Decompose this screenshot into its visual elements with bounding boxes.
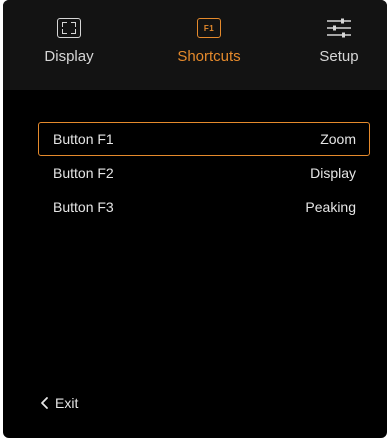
tab-shortcuts-label: Shortcuts <box>177 48 241 65</box>
exit-button[interactable]: Exit <box>39 393 78 413</box>
shortcut-button-label: Button F3 <box>53 199 114 215</box>
shortcut-row-f1[interactable]: Button F1 Zoom <box>38 122 370 156</box>
tab-display-label: Display <box>44 48 94 65</box>
tab-shortcuts[interactable]: F1 Shortcuts <box>154 14 264 74</box>
f1-icon-wrap: F1 <box>197 14 221 42</box>
sliders-icon-wrap <box>326 14 352 42</box>
shortcut-button-label: Button F2 <box>53 165 114 181</box>
display-icon-wrap <box>57 14 81 42</box>
tab-display[interactable]: Display <box>14 14 124 74</box>
shortcut-button-label: Button F1 <box>53 131 114 147</box>
tab-setup-label: Setup <box>319 48 359 65</box>
f1-icon: F1 <box>197 18 221 38</box>
exit-label: Exit <box>55 395 79 411</box>
shortcut-row-f2[interactable]: Button F2 Display <box>38 156 370 190</box>
tab-bar: Display F1 Shortcuts Setup <box>3 0 387 90</box>
menu-panel: Display F1 Shortcuts Setup Button F1 Zoo… <box>3 0 387 438</box>
sliders-icon <box>327 18 351 38</box>
shortcut-function-value: Peaking <box>305 199 356 215</box>
shortcut-function-value: Display <box>310 165 356 181</box>
shortcut-function-value: Zoom <box>320 131 356 147</box>
shortcut-list: Button F1 Zoom Button F2 Display Button … <box>38 122 370 224</box>
display-icon <box>57 18 81 38</box>
shortcut-row-f3[interactable]: Button F3 Peaking <box>38 190 370 224</box>
chevron-left-icon <box>41 397 48 409</box>
tab-setup[interactable]: Setup <box>284 14 387 74</box>
